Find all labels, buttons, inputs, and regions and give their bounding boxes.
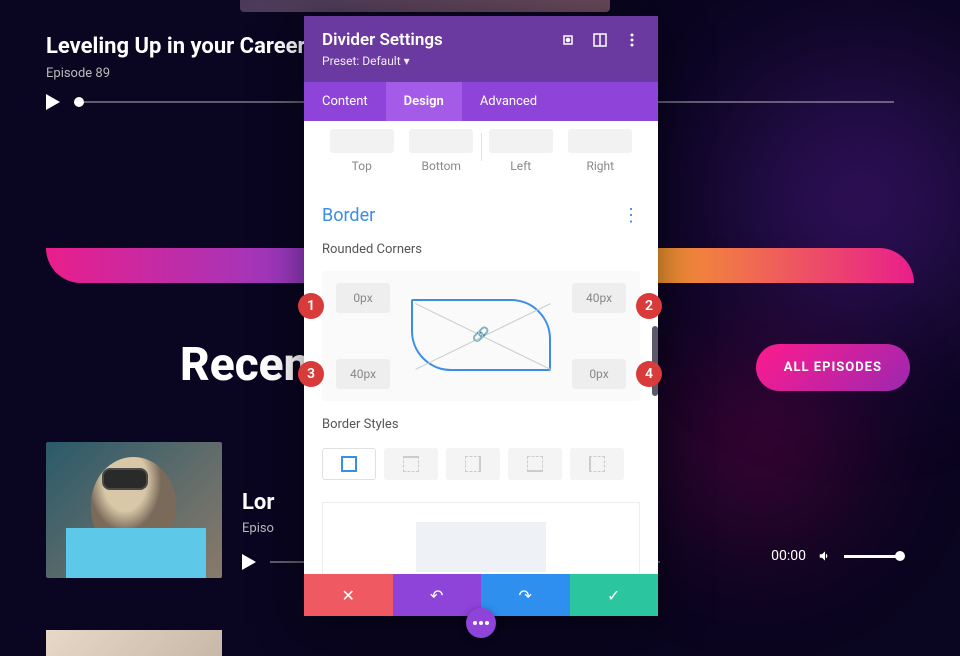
modal-title: Divider Settings (322, 30, 443, 50)
play-icon[interactable] (242, 554, 256, 570)
columns-icon[interactable] (592, 32, 608, 48)
all-episodes-button[interactable]: ALL EPISODES (756, 344, 910, 391)
settings-modal: Divider Settings Preset: Default ▾ Conte… (304, 16, 658, 616)
corner-preview: 🔗 (411, 299, 551, 371)
annotation-badge-3: 3 (298, 361, 324, 387)
save-button[interactable]: ✓ (570, 574, 659, 616)
annotation-badge-2: 2 (636, 293, 662, 319)
section-border-title: Border (322, 205, 375, 226)
border-style-left-button[interactable] (570, 448, 624, 480)
modal-header: Divider Settings Preset: Default ▾ (304, 16, 658, 82)
episode-thumbnail[interactable] (46, 630, 222, 656)
corner-bottom-left-input[interactable] (336, 359, 390, 389)
episode-time-controls: 00:00 (771, 548, 900, 564)
time-label: 00:00 (771, 548, 806, 564)
spacing-label: Top (330, 159, 394, 173)
spacing-right-input[interactable] (568, 129, 632, 153)
undo-button[interactable]: ↶ (393, 574, 482, 616)
spacing-left-input[interactable] (489, 129, 553, 153)
spacing-label: Bottom (409, 159, 473, 173)
corner-top-right-input[interactable] (572, 283, 626, 313)
redo-button[interactable]: ↷ (481, 574, 570, 616)
volume-icon[interactable] (818, 549, 832, 563)
more-icon[interactable] (624, 32, 640, 48)
rounded-corners-label: Rounded Corners (304, 232, 658, 265)
cancel-button[interactable]: ✕ (304, 574, 393, 616)
annotation-badge-4: 4 (636, 361, 662, 387)
border-style-top-button[interactable] (384, 448, 438, 480)
modal-body: Top Bottom Left Right Border ⋮ Rounded C… (304, 121, 658, 574)
tab-content[interactable]: Content (304, 82, 386, 121)
play-icon[interactable] (46, 94, 60, 110)
spacing-label: Left (489, 159, 553, 173)
modal-tabs: Content Design Advanced (304, 82, 658, 121)
spacing-bottom-input[interactable] (409, 129, 473, 153)
section-more-icon[interactable]: ⋮ (622, 205, 640, 226)
rounded-corners-control: 🔗 (322, 271, 640, 401)
border-style-bottom-button[interactable] (508, 448, 562, 480)
corner-bottom-right-input[interactable] (572, 359, 626, 389)
tab-advanced[interactable]: Advanced (462, 82, 555, 121)
preset-dropdown[interactable]: Preset: Default ▾ (322, 54, 640, 68)
spacing-top-input[interactable] (330, 129, 394, 153)
annotation-badge-1: 1 (298, 293, 324, 319)
volume-slider[interactable] (844, 555, 900, 558)
border-style-preview (322, 502, 640, 574)
hero-thumbnail (240, 0, 610, 12)
expand-icon[interactable] (560, 32, 576, 48)
tab-design[interactable]: Design (386, 82, 462, 121)
fab-more-button[interactable] (466, 608, 496, 638)
corner-top-left-input[interactable] (336, 283, 390, 313)
border-styles-label: Border Styles (304, 407, 658, 440)
spacing-label: Right (568, 159, 632, 173)
border-style-right-button[interactable] (446, 448, 500, 480)
link-icon[interactable]: 🔗 (472, 327, 489, 343)
episode-thumbnail[interactable] (46, 442, 222, 578)
border-style-all-button[interactable] (322, 448, 376, 480)
hero-title: Leveling Up in your Career, w (46, 34, 331, 59)
hero-episode-label: Episode 89 (46, 66, 110, 81)
